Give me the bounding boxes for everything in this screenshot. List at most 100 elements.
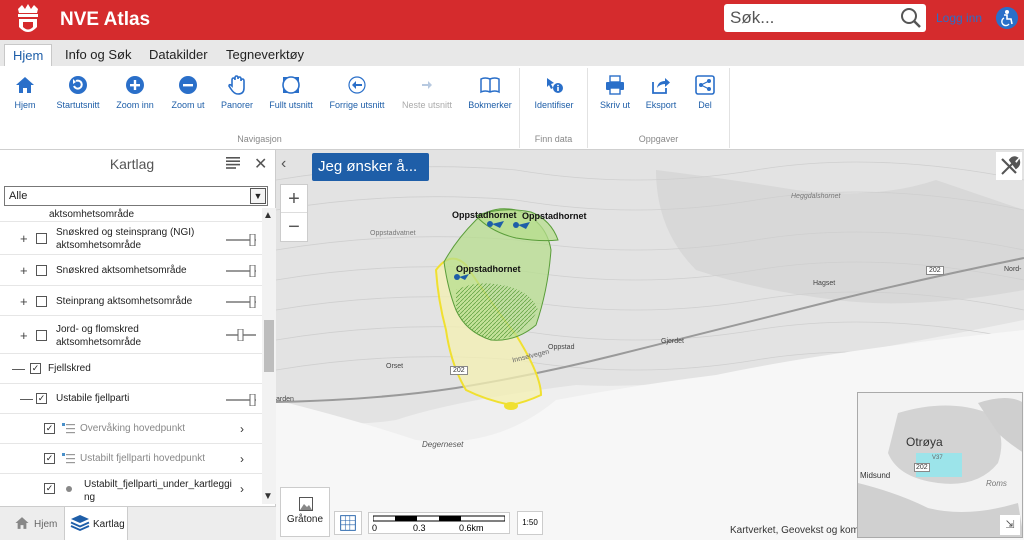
- map-zoom-in-button[interactable]: +: [281, 185, 307, 213]
- overview-map[interactable]: Otrøya Midsund Roms 202 V37 ⇲: [857, 392, 1023, 538]
- expand-icon[interactable]: +: [20, 294, 28, 309]
- list-item[interactable]: + Steinprang aktsomhetsområde: [0, 286, 262, 316]
- home-button[interactable]: Hjem: [8, 74, 42, 110]
- layer-checkbox[interactable]: [36, 330, 47, 341]
- grayscale-button[interactable]: Gråtone: [280, 487, 330, 537]
- road-number: 202: [926, 266, 944, 275]
- list-item[interactable]: + Snøskred aktsomhetsområde: [0, 255, 262, 286]
- list-item[interactable]: — ✓ Ustabile fjellparti: [0, 384, 262, 414]
- point-symbol-icon: [66, 486, 72, 492]
- opacity-slider[interactable]: [226, 394, 256, 406]
- layer-checkbox[interactable]: ✓: [36, 393, 47, 404]
- share-icon: [695, 75, 715, 95]
- chevron-right-icon[interactable]: ›: [240, 482, 244, 496]
- bookmarks-button[interactable]: Bokmerker: [465, 74, 515, 110]
- list-item[interactable]: + Snøskred og steinsprang (NGI) aktsomhe…: [0, 222, 262, 255]
- back-arrow-icon: [348, 76, 366, 94]
- bookmarks-label: Bokmerker: [468, 100, 512, 110]
- road-number: 202: [914, 463, 930, 472]
- pan-button[interactable]: Panorer: [218, 74, 256, 110]
- export-label: Eksport: [645, 100, 677, 110]
- previous-extent-button[interactable]: Forrige utsnitt: [326, 74, 388, 110]
- layer-checkbox[interactable]: ✓: [30, 363, 41, 374]
- opacity-slider[interactable]: [226, 234, 256, 246]
- next-extent-button[interactable]: Neste utsnitt: [398, 74, 456, 110]
- startutsnitt-button[interactable]: Startutsnitt: [52, 74, 104, 110]
- scale-toggle-button[interactable]: 1:50: [517, 511, 543, 535]
- chevron-up-icon[interactable]: ▲: [263, 210, 273, 221]
- layer-checkbox[interactable]: [36, 265, 47, 276]
- zoom-in-button[interactable]: Zoom inn: [113, 74, 157, 110]
- opacity-slider[interactable]: [226, 329, 256, 341]
- overview-label: Otrøya: [906, 435, 943, 449]
- chevron-right-icon[interactable]: ›: [240, 452, 244, 466]
- layer-filter-value: Alle: [9, 190, 28, 202]
- road-number: 202: [450, 366, 468, 375]
- layer-checkbox[interactable]: ✓: [44, 453, 55, 464]
- identify-label: Identifiser: [534, 100, 574, 110]
- collapse-icon[interactable]: —: [20, 391, 33, 406]
- scrollbar-thumb[interactable]: [264, 320, 274, 372]
- chevron-right-icon[interactable]: ›: [240, 422, 244, 436]
- grayscale-label: Gråtone: [286, 514, 324, 525]
- layer-label: Snøskred aktsomhetsområde: [56, 265, 187, 276]
- accessibility-icon[interactable]: [996, 7, 1018, 29]
- tab-tegneverktoy[interactable]: Tegneverktøy: [218, 44, 312, 66]
- menu-icon[interactable]: [226, 157, 240, 169]
- layer-checkbox[interactable]: [36, 233, 47, 244]
- expand-icon[interactable]: +: [20, 328, 28, 343]
- identify-button[interactable]: Identifiser: [529, 74, 579, 110]
- home-icon: [16, 77, 34, 93]
- tab-hjem[interactable]: Hjem: [4, 44, 53, 66]
- bottom-tab-hjem[interactable]: Hjem: [8, 507, 64, 540]
- list-item[interactable]: ✓ Overvåking hovedpunkt ›: [0, 414, 262, 444]
- tab-info-og-sok[interactable]: Info og Søk: [57, 44, 139, 66]
- map-grid-icon[interactable]: [334, 511, 362, 535]
- bottom-tab-label: Hjem: [34, 519, 58, 530]
- zoom-out-button[interactable]: Zoom ut: [167, 74, 209, 110]
- print-button[interactable]: Skriv ut: [596, 74, 634, 110]
- chevron-down-icon[interactable]: ▼: [263, 491, 273, 502]
- app-header: NVE Atlas Logg inn: [0, 0, 1024, 40]
- map-label: Heggdalshornet: [791, 193, 841, 200]
- list-item[interactable]: ✓ Ustabilt_fjellparti_under_kartlegging …: [0, 474, 262, 504]
- layer-checkbox[interactable]: ✓: [44, 483, 55, 494]
- close-icon[interactable]: ✕: [254, 154, 267, 174]
- layer-checkbox[interactable]: ✓: [44, 423, 55, 434]
- opacity-slider[interactable]: [226, 296, 256, 308]
- search-icon[interactable]: [900, 7, 922, 29]
- login-link[interactable]: Logg inn: [936, 11, 982, 25]
- layer-label: Ustabile fjellparti: [56, 393, 130, 404]
- panel-bottom-tabs: Hjem Kartlag: [0, 506, 276, 540]
- ribbon-group-label: Oppgaver: [638, 134, 679, 144]
- layer-checkbox[interactable]: [36, 296, 47, 307]
- map-zoom-out-button[interactable]: −: [281, 213, 307, 241]
- map-zoom-control: + −: [280, 184, 308, 242]
- tools-icon[interactable]: [996, 152, 1022, 180]
- list-item[interactable]: ✓ Ustabilt fjellparti hovedpunkt ›: [0, 444, 262, 474]
- list-item[interactable]: + Jord- og flomskred aktsomhetsområde: [0, 316, 262, 354]
- startutsnitt-label: Startutsnitt: [56, 100, 100, 110]
- action-menu-button[interactable]: Jeg ønsker å...: [312, 153, 429, 181]
- search-input[interactable]: [730, 6, 890, 30]
- opacity-slider[interactable]: [226, 265, 256, 277]
- layer-filter-select[interactable]: Alle ▼: [4, 186, 268, 206]
- reset-icon: [69, 76, 87, 94]
- bottom-tab-kartlag[interactable]: Kartlag: [64, 507, 128, 540]
- layer-label: Overvåking hovedpunkt: [80, 423, 186, 434]
- expand-overview-icon[interactable]: ⇲: [1000, 515, 1020, 535]
- full-extent-button[interactable]: Fullt utsnitt: [264, 74, 318, 110]
- list-item[interactable]: — ✓ Fjellskred: [0, 354, 262, 384]
- collapse-icon[interactable]: —: [12, 361, 25, 376]
- expand-icon[interactable]: +: [20, 231, 28, 246]
- hand-icon: [228, 75, 245, 95]
- expand-icon[interactable]: +: [20, 263, 28, 278]
- collapse-panel-icon[interactable]: ‹: [281, 155, 301, 177]
- zoom-out-icon: [179, 76, 197, 94]
- share-button[interactable]: Del: [690, 74, 720, 110]
- scale-label: 0.6km: [459, 523, 484, 533]
- export-button[interactable]: Eksport: [641, 74, 681, 110]
- tab-datakilder[interactable]: Datakilder: [141, 44, 216, 66]
- bottom-tab-label: Kartlag: [93, 519, 125, 530]
- scrollbar[interactable]: ▲ ▼: [262, 208, 276, 504]
